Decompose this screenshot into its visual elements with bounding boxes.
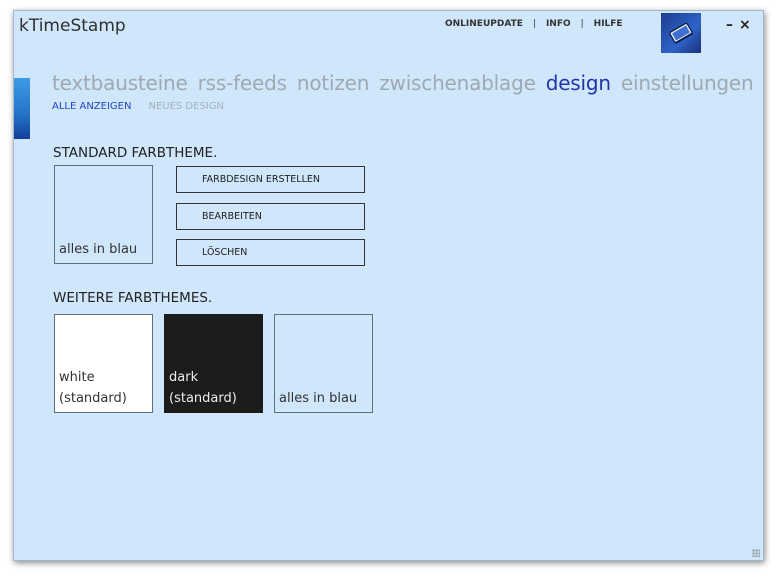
standard-theme-tile[interactable]: alles in blau: [54, 165, 153, 264]
subtab-alle-anzeigen[interactable]: ALLE ANZEIGEN: [52, 101, 131, 112]
loeschen-button[interactable]: LÖSCHEN: [176, 239, 365, 266]
app-window: kTimeStamp ONLINEUPDATE | INFO | HILFE –…: [13, 10, 764, 561]
accent-bar: [14, 78, 30, 139]
tab-design[interactable]: design: [546, 71, 611, 95]
button-label: LÖSCHEN: [202, 247, 248, 258]
menu-separator: |: [580, 19, 584, 29]
theme-tile-alles-in-blau[interactable]: alles in blau: [274, 314, 373, 413]
tab-textbausteine[interactable]: textbausteine: [52, 71, 188, 95]
tile-sublabel: (standard): [169, 391, 237, 406]
app-logo-icon: [661, 13, 701, 53]
sub-tabs: ALLE ANZEIGEN NEUES DESIGN: [52, 101, 224, 112]
button-label: FARBDESIGN ERSTELLEN: [202, 174, 320, 185]
button-label: BEARBEITEN: [202, 211, 262, 222]
resize-grip-icon[interactable]: [752, 549, 760, 557]
tab-rss-feeds[interactable]: rss-feeds: [198, 71, 287, 95]
tile-sublabel: (standard): [59, 391, 127, 406]
close-icon[interactable]: ×: [739, 17, 751, 33]
tile-label: alles in blau: [59, 242, 138, 257]
bearbeiten-button[interactable]: BEARBEITEN: [176, 203, 365, 230]
menu-onlineupdate[interactable]: ONLINEUPDATE: [445, 19, 523, 29]
standard-section-title: STANDARD FARBTHEME.: [53, 145, 218, 161]
weitere-section-title: WEITERE FARBTHEMES.: [53, 290, 213, 306]
tab-zwischenablage[interactable]: zwischenablage: [379, 71, 536, 95]
theme-tile-white[interactable]: white (standard): [54, 314, 153, 413]
tile-label: dark: [169, 370, 199, 385]
menu-separator: |: [532, 19, 536, 29]
tile-label: white: [59, 370, 95, 385]
theme-tile-dark[interactable]: dark (standard): [164, 314, 263, 413]
app-title: kTimeStamp: [19, 16, 126, 36]
farbdesign-erstellen-button[interactable]: FARBDESIGN ERSTELLEN: [176, 166, 365, 193]
subtab-neues-design[interactable]: NEUES DESIGN: [148, 101, 224, 112]
main-tabs: textbausteine rss-feeds notizen zwischen…: [52, 71, 754, 95]
menu-hilfe[interactable]: HILFE: [594, 19, 623, 29]
tab-einstellungen[interactable]: einstellungen: [621, 71, 754, 95]
top-menu: ONLINEUPDATE | INFO | HILFE: [445, 19, 623, 29]
tile-label: alles in blau: [279, 391, 358, 406]
window-controls: – ×: [726, 17, 751, 33]
menu-info[interactable]: INFO: [546, 19, 571, 29]
minimize-icon[interactable]: –: [726, 17, 733, 33]
tab-notizen[interactable]: notizen: [297, 71, 370, 95]
